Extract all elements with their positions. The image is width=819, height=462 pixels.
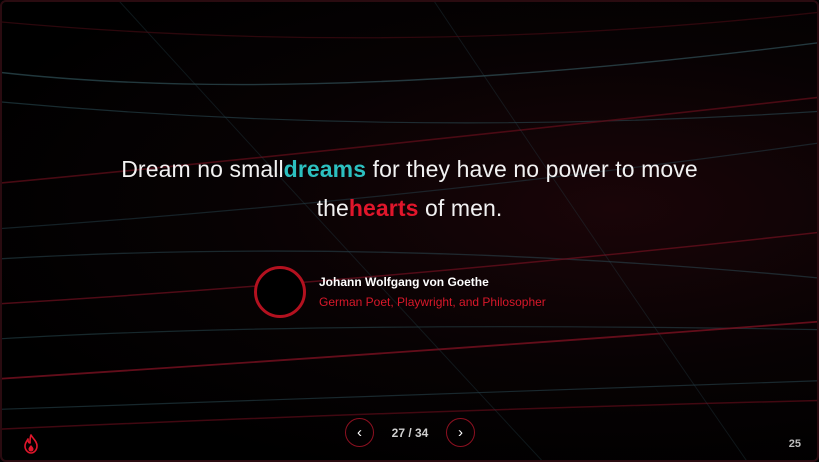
quote-segment: for they have no power to move (366, 156, 698, 182)
slide-counter: 27 / 34 (391, 425, 429, 440)
author-info: Johann Wolfgang von Goethe German Poet, … (319, 274, 546, 310)
quote-highlight-hearts: hearts (348, 195, 419, 221)
slide-number: 25 (788, 438, 801, 450)
quote-segment: the (316, 195, 349, 221)
quote-segment: of men. (418, 195, 503, 221)
author-name: Johann Wolfgang von Goethe (319, 275, 489, 289)
slide-pager: ‹ 27 / 34 › (345, 418, 475, 447)
quote-segment: Dream no small (121, 156, 284, 182)
flame-icon (24, 434, 38, 454)
author-block: Johann Wolfgang von Goethe German Poet, … (254, 266, 546, 318)
quote-slide: Dream no smalldreams for they have no po… (0, 0, 819, 462)
quote-line-1: Dream no smalldreams for they have no po… (60, 150, 759, 189)
avatar (254, 266, 306, 318)
quote-highlight-dreams: dreams (283, 156, 367, 182)
previous-button[interactable]: ‹ (345, 418, 374, 447)
chevron-left-icon: ‹ (357, 424, 362, 441)
quote-text: Dream no smalldreams for they have no po… (60, 150, 759, 228)
next-button[interactable]: › (446, 418, 475, 447)
author-role: German Poet, Playwright, and Philosopher (319, 295, 546, 309)
chevron-right-icon: › (458, 424, 463, 441)
quote-line-2: thehearts of men. (60, 189, 759, 228)
background-light-streaks (0, 0, 819, 462)
